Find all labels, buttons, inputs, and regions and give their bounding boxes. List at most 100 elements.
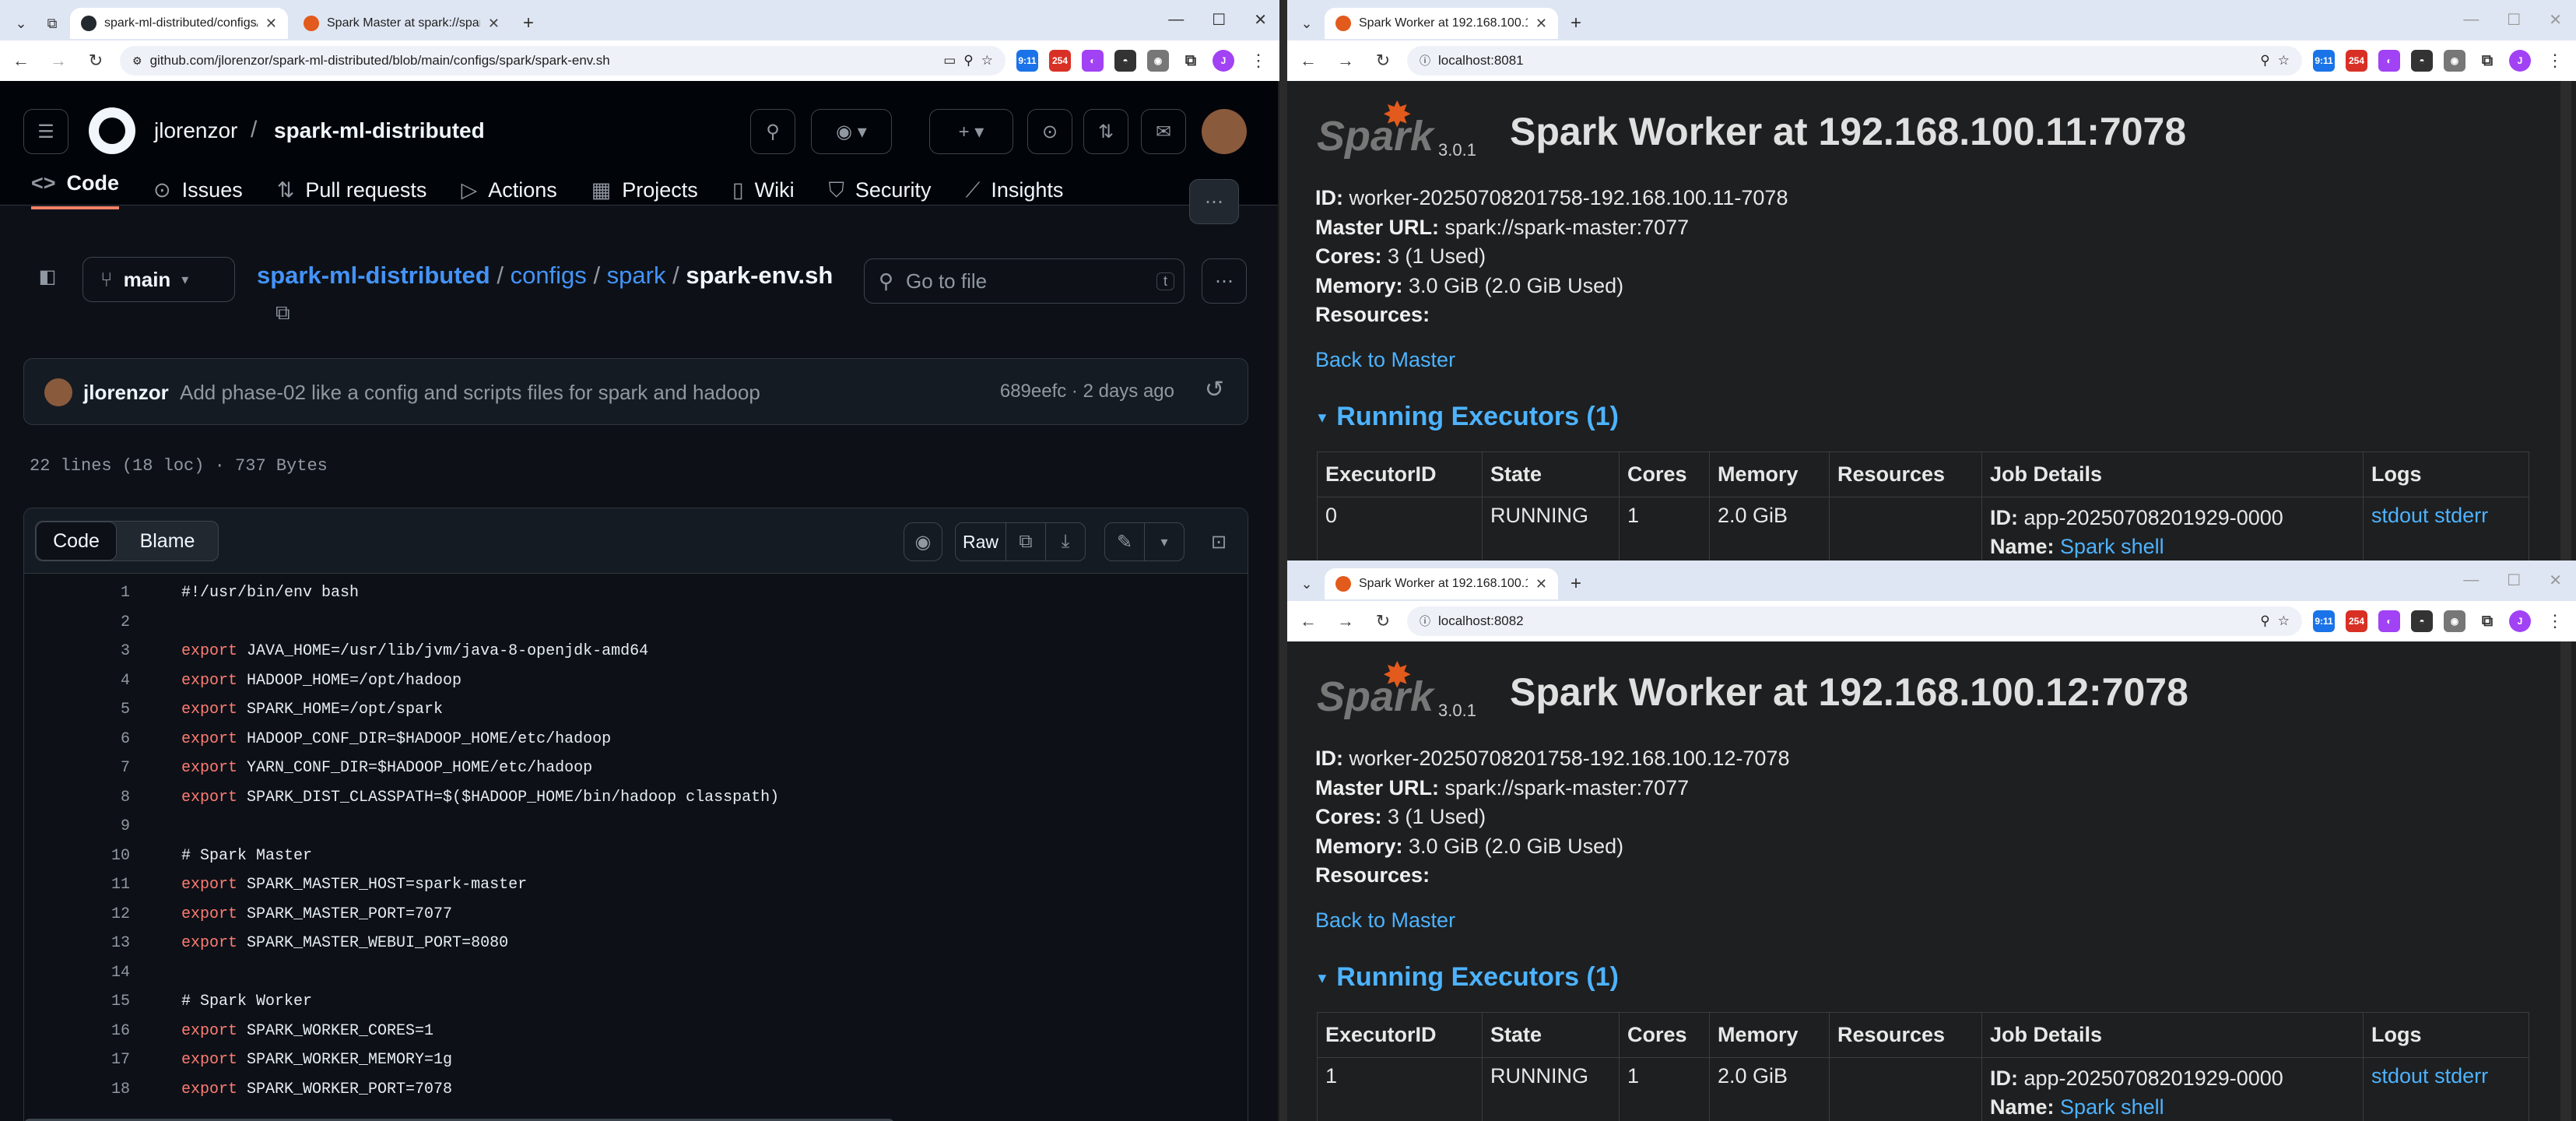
copilot-button[interactable]: ◉ ▾ [811,109,892,154]
app-name-link[interactable]: Spark shell [2060,535,2164,558]
search-button[interactable]: ⚲ [750,109,795,154]
profile-avatar[interactable]: J [2509,50,2531,72]
spark-logo[interactable]: ✸ Spark 3.0.1 [1317,655,1476,720]
reload-icon[interactable]: ↻ [1370,47,1396,74]
menu-kebab-icon[interactable]: ⋮ [2542,47,2568,74]
new-tab-icon[interactable]: + [515,8,542,39]
zoom-icon[interactable]: ⚲ [963,53,973,69]
col-job-details[interactable]: Job Details [1981,452,2364,497]
address-bar[interactable]: ⓘ localhost:8081 ⚲ ☆ [1407,46,2302,76]
breadcrumb-configs[interactable]: configs [511,262,587,289]
extension-icon[interactable]: ◐ [2378,610,2400,632]
reload-icon[interactable]: ↻ [1370,608,1396,634]
mail-extension-icon[interactable]: 254 [2346,610,2367,632]
tab-insights[interactable]: ⟋ Insights [965,171,1063,209]
line-number[interactable]: 6 [24,730,130,748]
tab-actions[interactable]: ▷ Actions [461,171,556,209]
minimize-icon[interactable]: — [2463,11,2479,29]
tab-issues[interactable]: ⊙ Issues [153,171,243,209]
line-number[interactable]: 17 [24,1051,130,1069]
tab-wiki[interactable]: ▯ Wiki [732,171,795,209]
code-view-tab[interactable]: Code [36,522,117,560]
copilot-ask-button[interactable]: ◉ [904,522,942,561]
col-memory[interactable]: Memory [1709,452,1830,497]
tab-group-icon[interactable]: ⧉ [39,8,65,39]
line-number[interactable]: 10 [24,847,130,865]
edit-pencil-icon[interactable]: ✎ [1104,522,1145,561]
new-tab-icon[interactable]: + [1563,8,1589,39]
line-number[interactable]: 9 [24,817,130,835]
repo-link[interactable]: spark-ml-distributed [274,118,485,143]
col-resources[interactable]: Resources [1829,1012,1982,1058]
app-name-link[interactable]: Spark shell [2060,1095,2164,1119]
col-logs[interactable]: Logs [2363,1012,2529,1058]
close-icon[interactable]: ✕ [265,16,277,32]
stdout-link[interactable]: stdout [2371,504,2429,527]
raw-button[interactable]: Raw [955,522,1006,561]
back-to-master-link[interactable]: Back to Master [1315,346,1455,375]
back-to-master-link[interactable]: Back to Master [1315,906,1455,936]
tab-search-icon[interactable]: ⌄ [8,8,34,39]
calendar-extension-icon[interactable]: 9:11 [2313,50,2335,72]
download-icon[interactable]: ⤓ [1045,522,1086,561]
reload-icon[interactable]: ↻ [82,47,109,74]
extensions-puzzle-icon[interactable]: ⧉ [2476,50,2498,72]
tab-search-icon[interactable]: ⌄ [1293,568,1320,599]
line-number[interactable]: 15 [24,993,130,1010]
line-number[interactable]: 1 [24,584,130,602]
symbols-panel-icon[interactable]: ⊡ [1199,522,1238,561]
commit-message[interactable]: Add phase-02 like a config and scripts f… [180,381,760,405]
col-cores[interactable]: Cores [1619,1012,1710,1058]
forward-icon[interactable]: → [1332,608,1359,634]
line-number[interactable]: 13 [24,934,130,952]
line-number[interactable]: 4 [24,672,130,690]
back-icon[interactable]: ← [8,47,34,74]
breadcrumb-repo[interactable]: spark-ml-distributed [257,262,490,289]
new-tab-icon[interactable]: + [1563,568,1589,599]
stderr-link[interactable]: stderr [2434,504,2488,527]
vertical-scrollbar[interactable] [2560,81,2571,560]
go-to-file-input[interactable]: ⚲ Go to file t [864,258,1184,304]
extension-icon[interactable]: ◓ [2411,50,2433,72]
extension-icon[interactable]: ◓ [1114,50,1136,72]
menu-kebab-icon[interactable]: ⋮ [2542,608,2568,634]
line-number[interactable]: 12 [24,905,130,923]
file-more-options-button[interactable]: ⋯ [1202,258,1247,304]
line-number[interactable]: 2 [24,613,130,631]
zoom-icon[interactable]: ⚲ [2260,613,2269,629]
issues-icon[interactable]: ⊙ [1027,109,1072,154]
create-new-button[interactable]: + ▾ [929,109,1013,154]
line-number[interactable]: 11 [24,876,130,894]
tab-github[interactable]: spark-ml-distributed/configs/sp ✕ [70,8,288,39]
owner-link[interactable]: jlorenzor [154,118,237,143]
profile-avatar[interactable]: J [1213,50,1234,72]
line-number[interactable]: 16 [24,1022,130,1040]
copy-path-icon[interactable]: ⧉ [275,300,290,325]
extension-icon[interactable]: ◉ [2444,610,2465,632]
mail-extension-icon[interactable]: 254 [2346,50,2367,72]
col-executor-id[interactable]: ExecutorID [1317,1012,1483,1058]
address-bar[interactable]: ⚙ github.com/jlorenzor/spark-ml-distribu… [120,46,1005,76]
tab-spark-worker[interactable]: Spark Worker at 192.168.100.1 ✕ [1325,568,1558,599]
breadcrumb-spark[interactable]: spark [607,262,666,289]
tab-spark-master[interactable]: Spark Master at spark://spark-m ✕ [293,8,511,39]
col-logs[interactable]: Logs [2363,452,2529,497]
line-number[interactable]: 7 [24,759,130,777]
profile-avatar[interactable]: J [2509,610,2531,632]
minimize-icon[interactable]: — [1168,11,1184,29]
window-divider[interactable] [1279,0,1287,1121]
commit-hash-time[interactable]: 689eefc · 2 days ago [1000,381,1174,402]
back-icon[interactable]: ← [1295,608,1321,634]
zoom-icon[interactable]: ⚲ [2260,53,2269,69]
address-bar[interactable]: ⓘ localhost:8082 ⚲ ☆ [1407,606,2302,636]
calendar-extension-icon[interactable]: 9:11 [2313,610,2335,632]
forward-icon[interactable]: → [45,47,72,74]
cast-icon[interactable]: ▭ [943,53,956,69]
extension-icon[interactable]: ◉ [2444,50,2465,72]
line-number[interactable]: 8 [24,789,130,806]
tab-pull-requests[interactable]: ⇅ Pull requests [277,171,427,209]
site-info-icon[interactable]: ⓘ [1420,613,1430,629]
col-executor-id[interactable]: ExecutorID [1317,452,1483,497]
site-info-icon[interactable]: ⚙ [132,54,142,68]
line-number[interactable]: 3 [24,642,130,660]
